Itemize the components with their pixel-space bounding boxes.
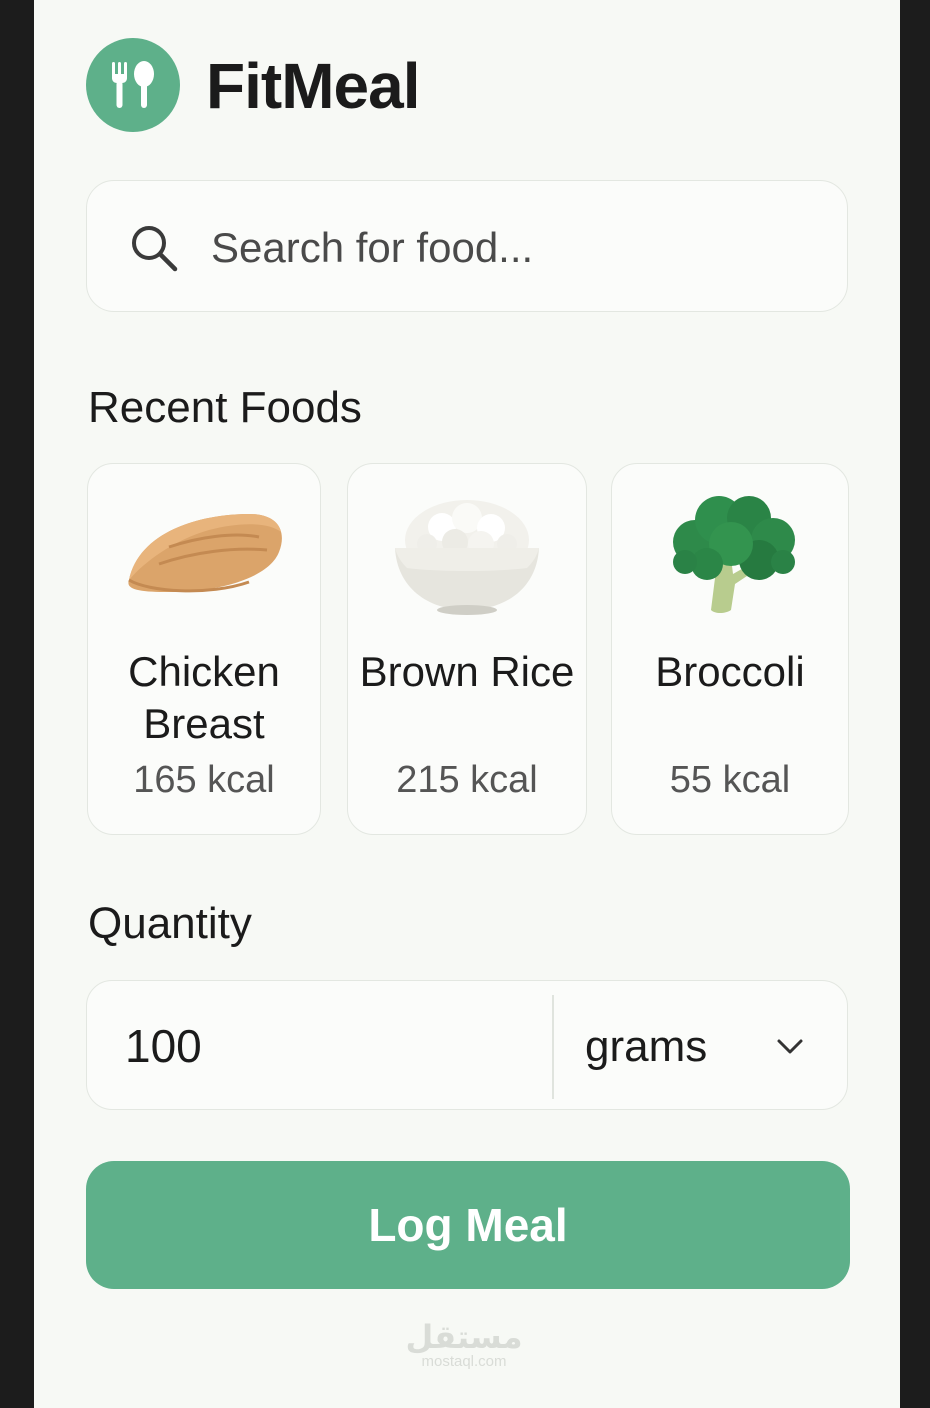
food-kcal: 215 kcal [396,759,538,801]
search-input[interactable] [209,217,813,279]
quantity-control: grams [86,980,848,1110]
recent-foods-heading: Recent Foods [88,383,362,432]
food-card-brown-rice[interactable]: Brown Rice 215 kcal [347,463,587,835]
log-meal-button[interactable]: Log Meal [86,1161,850,1289]
watermark-arabic: مستقل [405,1318,523,1356]
chicken-breast-image [88,492,320,632]
food-card-broccoli[interactable]: Broccoli 55 kcal [611,463,849,835]
device-bezel-left [0,0,34,1408]
quantity-heading: Quantity [88,899,252,948]
chevron-down-icon[interactable] [775,1033,805,1059]
app-title: FitMeal [206,50,420,122]
food-name: Broccoli [655,648,805,695]
watermark-url: mostaql.com [421,1353,507,1370]
search-icon [132,226,178,272]
quantity-input[interactable] [123,1015,507,1077]
food-card-chicken-breast[interactable]: Chicken Breast 165 kcal [87,463,321,835]
quantity-divider [552,995,554,1099]
broccoli-image [612,492,848,632]
food-kcal: 165 kcal [133,759,275,801]
rice-bowl-image [348,492,586,632]
unit-select[interactable]: grams [585,1021,707,1073]
search-bar[interactable] [86,180,848,312]
app-screen: FitMeal Recent Foods Chicken Breast 165 … [34,0,900,1408]
device-bezel-right [900,0,930,1408]
food-kcal: 55 kcal [669,759,791,801]
fork-spoon-icon [86,38,180,132]
watermark: مستقل mostaql.com [404,1320,524,1370]
food-name: Brown Rice [359,648,575,695]
food-name: Chicken Breast [128,648,280,747]
